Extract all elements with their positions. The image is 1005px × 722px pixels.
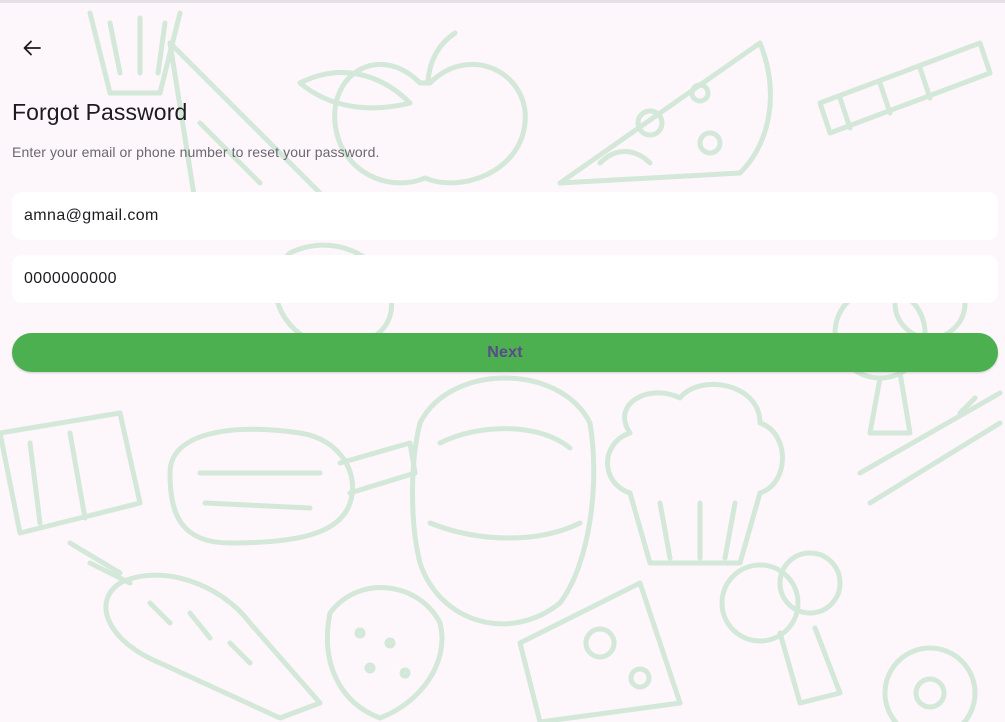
back-button[interactable] (13, 29, 51, 67)
next-button[interactable]: Next (12, 333, 998, 372)
email-field-container (12, 192, 998, 240)
arrow-left-icon (23, 40, 41, 56)
phone-field-container (12, 255, 998, 303)
forgot-password-screen: Forgot Password Enter your email or phon… (0, 0, 1005, 722)
phone-field[interactable] (12, 255, 998, 303)
page-title: Forgot Password (12, 99, 188, 125)
page-subtitle: Enter your email or phone number to rese… (12, 144, 380, 160)
email-field[interactable] (12, 192, 998, 240)
